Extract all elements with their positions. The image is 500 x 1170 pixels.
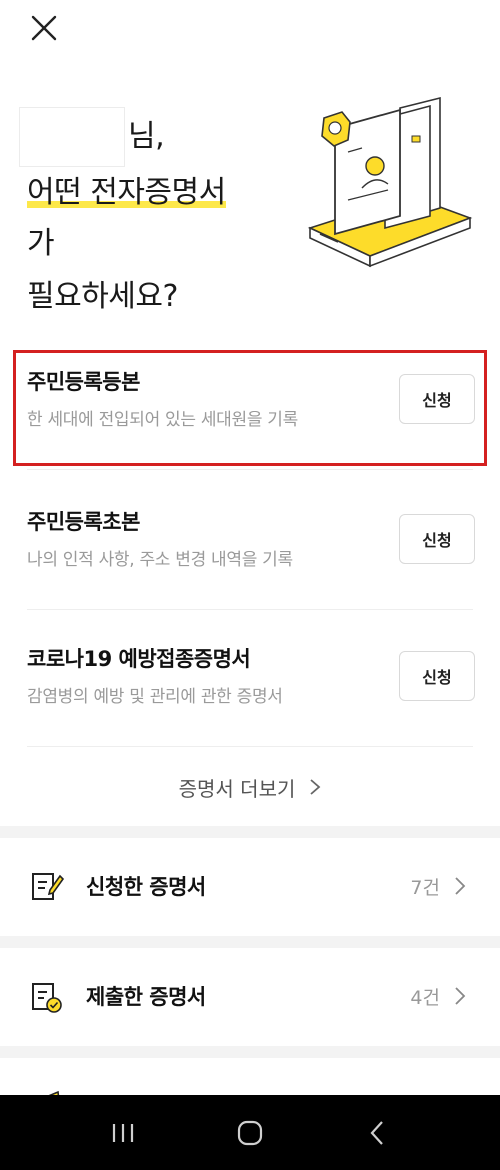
system-navigation-bar <box>0 1095 500 1170</box>
apply-button[interactable]: 신청 <box>399 651 475 701</box>
doc-description: 나의 인적 사항, 주소 변경 내역을 기록 <box>27 550 293 570</box>
headline-line2-text: 어떤 전자증명서 <box>27 175 226 210</box>
home-button[interactable] <box>230 1113 270 1153</box>
headline-line4: 필요하세요? <box>27 279 178 314</box>
submitted-document-icon <box>32 983 62 1013</box>
more-certificates-link[interactable]: 증명서 더보기 <box>0 764 500 810</box>
home-icon <box>237 1120 263 1145</box>
divider <box>27 469 473 470</box>
doc-description: 감염병의 예방 및 관리에 관한 증명서 <box>27 687 283 707</box>
recent-apps-button[interactable] <box>103 1113 143 1153</box>
divider <box>27 746 473 747</box>
hero-section: 님, 어떤 전자증명서 가 필요하세요? <box>0 0 500 330</box>
more-certificates-label: 증명서 더보기 <box>178 776 296 801</box>
chevron-right-icon <box>455 877 466 895</box>
headline-line3: 가 <box>27 226 55 261</box>
name-suffix: 님, <box>128 119 165 154</box>
recent-apps-icon <box>113 1123 134 1142</box>
headline-line2: 어떤 전자증명서 <box>27 164 226 222</box>
edit-document-icon <box>32 873 64 900</box>
section-gap <box>0 1046 500 1058</box>
doc-title: 코로나19 예방접종증명서 <box>27 647 251 671</box>
menu-next-row-partial[interactable] <box>0 1058 500 1098</box>
menu-requested-certificates[interactable]: 신청한 증명서 7건 <box>0 838 500 936</box>
highlight-annotation-box <box>13 350 487 466</box>
menu-count: 4건 <box>410 987 440 1009</box>
menu-count: 7건 <box>410 877 440 899</box>
doc-card-covid19-vaccination[interactable]: 코로나19 예방접종증명서 감염병의 예방 및 관리에 관한 증명서 신청 <box>0 610 500 747</box>
doc-title: 주민등록초본 <box>27 510 140 534</box>
section-gap <box>0 826 500 838</box>
back-icon <box>370 1120 383 1145</box>
user-name-redacted <box>20 108 124 166</box>
chevron-right-icon <box>455 987 466 1005</box>
doc-card-resident-registration-abstract[interactable]: 주민등록초본 나의 인적 사항, 주소 변경 내역을 기록 신청 <box>0 473 500 610</box>
menu-label: 신청한 증명서 <box>86 875 206 899</box>
menu-label: 제출한 증명서 <box>86 985 206 1009</box>
chevron-right-icon <box>310 779 321 795</box>
menu-submitted-certificates[interactable]: 제출한 증명서 4건 <box>0 948 500 1046</box>
certificate-phone-illustration <box>307 96 473 268</box>
section-gap <box>0 936 500 948</box>
back-button[interactable] <box>357 1113 397 1153</box>
apply-button[interactable]: 신청 <box>399 514 475 564</box>
